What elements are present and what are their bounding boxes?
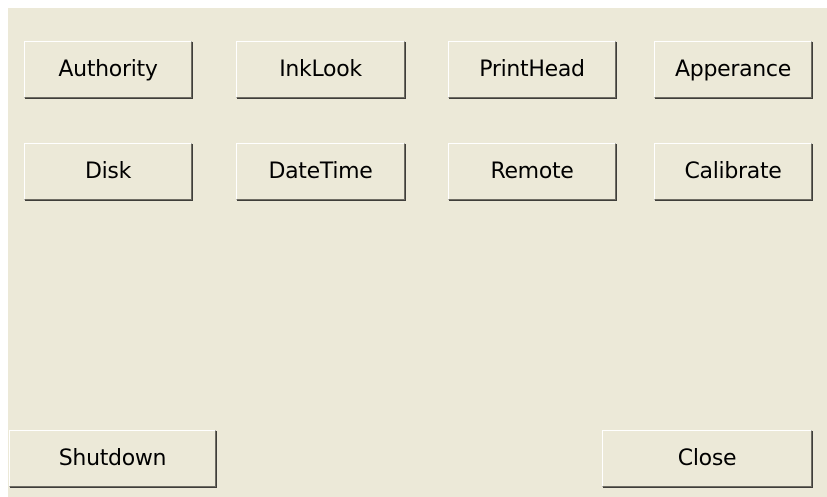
calibrate-button[interactable]: Calibrate bbox=[654, 143, 812, 200]
close-button[interactable]: Close bbox=[602, 430, 812, 487]
inklook-button[interactable]: InkLook bbox=[236, 41, 405, 98]
apperance-button[interactable]: Apperance bbox=[654, 41, 812, 98]
shutdown-button[interactable]: Shutdown bbox=[9, 430, 216, 487]
printhead-button[interactable]: PrintHead bbox=[448, 41, 616, 98]
remote-button[interactable]: Remote bbox=[448, 143, 616, 200]
authority-button[interactable]: Authority bbox=[24, 41, 192, 98]
disk-button[interactable]: Disk bbox=[24, 143, 192, 200]
datetime-button[interactable]: DateTime bbox=[236, 143, 405, 200]
